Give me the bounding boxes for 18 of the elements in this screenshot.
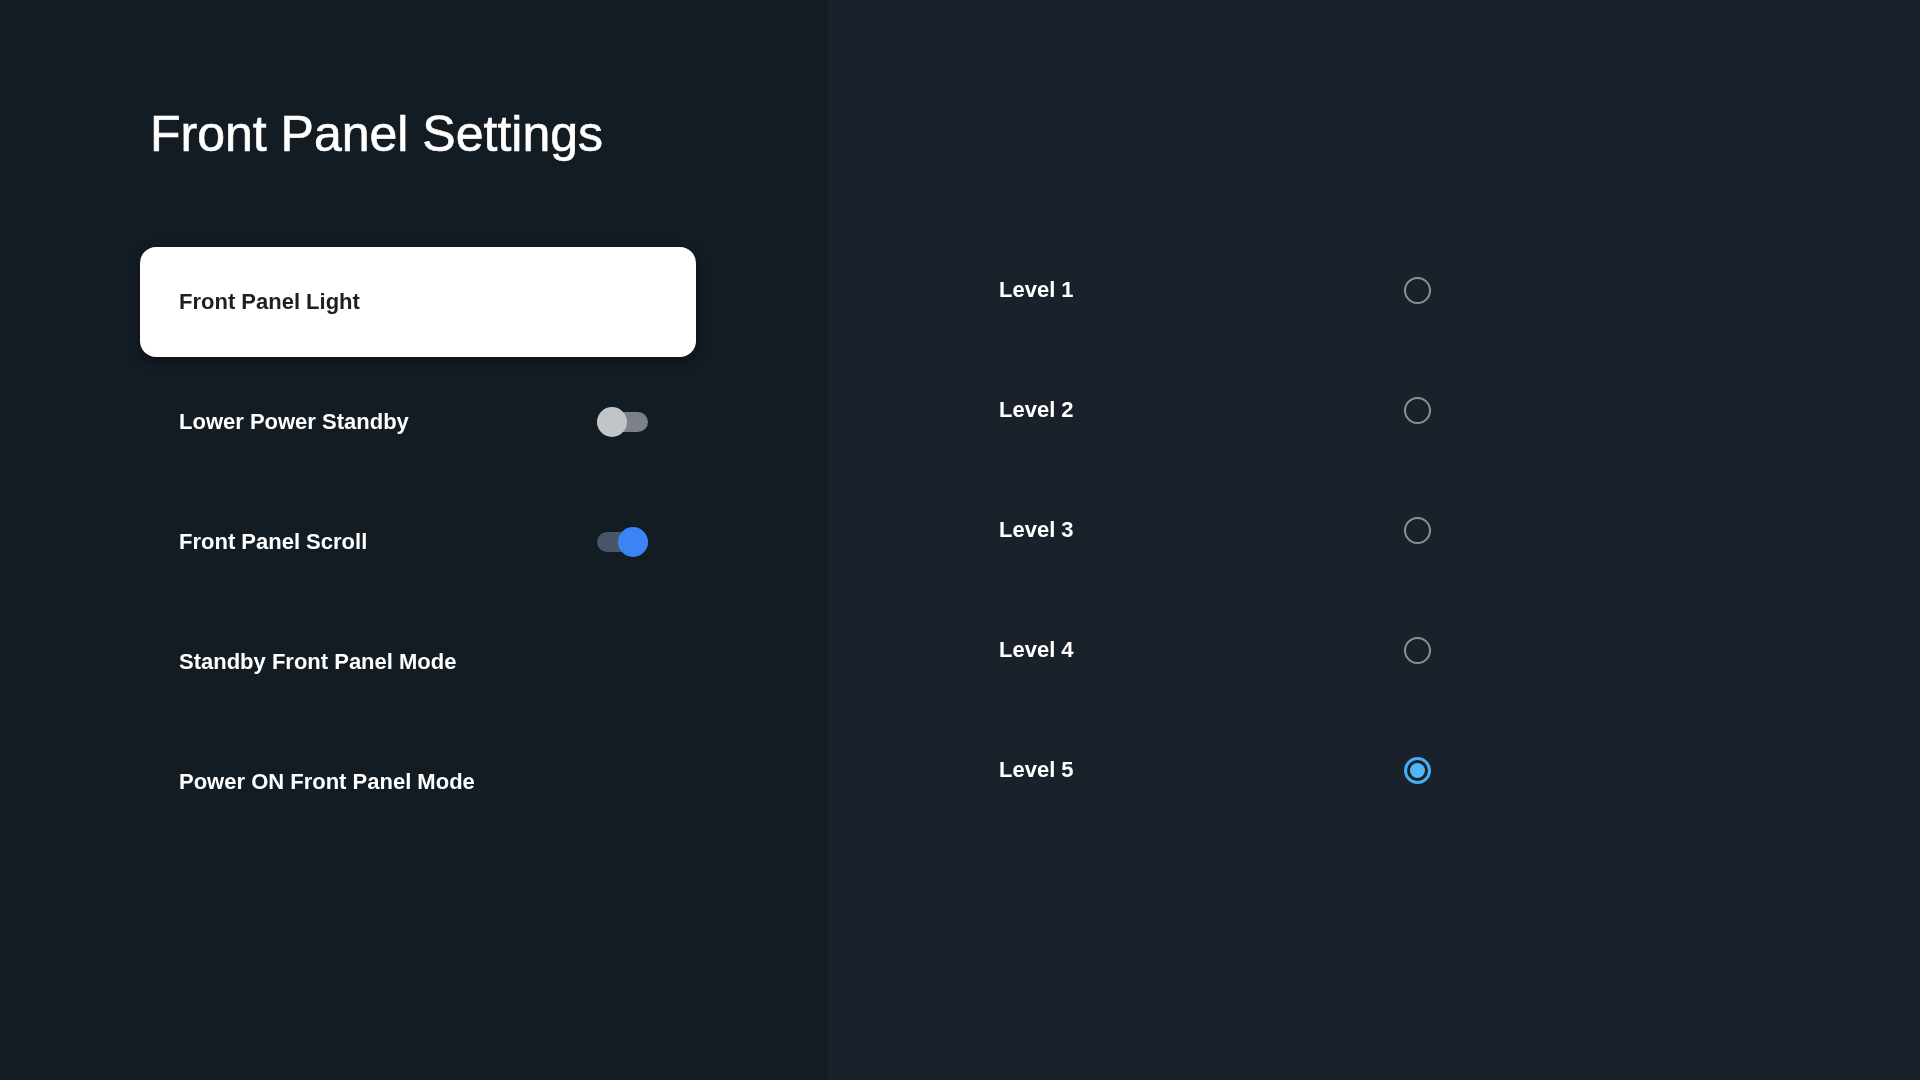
option-label: Level 4 (999, 637, 1074, 663)
menu-item[interactable]: Power ON Front Panel Mode (179, 769, 475, 795)
option-label: Level 1 (999, 277, 1074, 303)
radio-button[interactable] (1404, 516, 1431, 544)
toggle-switch[interactable] (597, 527, 648, 557)
menu-item[interactable]: Standby Front Panel Mode (179, 649, 457, 675)
page-title: Front Panel Settings (150, 105, 604, 164)
radio-button[interactable] (1404, 396, 1431, 424)
menu-item[interactable]: Front Panel Scroll (179, 529, 368, 555)
option-label: Level 3 (999, 517, 1074, 543)
option-label: Level 2 (999, 397, 1074, 423)
option-label: Level 5 (999, 757, 1074, 783)
radio-button[interactable] (1404, 756, 1431, 784)
radio-button[interactable] (1404, 276, 1431, 304)
toggle-switch[interactable] (597, 407, 648, 437)
radio-button[interactable] (1404, 636, 1431, 664)
menu-item[interactable]: Front Panel Light (140, 247, 696, 357)
menu-item[interactable]: Lower Power Standby (179, 409, 409, 435)
